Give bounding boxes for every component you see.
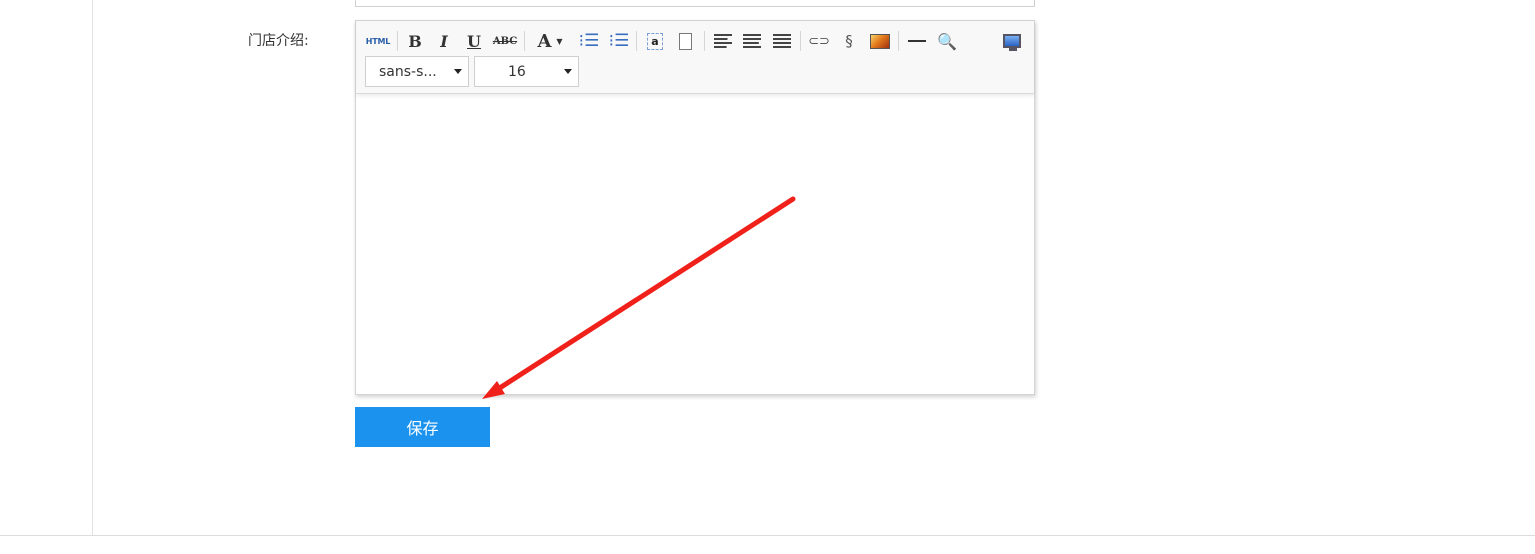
- bold-icon[interactable]: B: [404, 29, 426, 53]
- font-size-value: 16: [508, 63, 526, 80]
- font-color-icon[interactable]: A ▼: [532, 29, 568, 53]
- toolbar-separator: [704, 31, 705, 51]
- align-left-icon[interactable]: [711, 29, 735, 53]
- strikethrough-icon[interactable]: ABC: [492, 29, 518, 53]
- font-size-select[interactable]: 16: [474, 56, 579, 87]
- html-icon[interactable]: HTML: [364, 29, 392, 53]
- font-family-select[interactable]: sans-s...: [365, 56, 469, 87]
- editor-toolbar: HTML B I U ABC A ▼ ⁝☰ ⁝☰ a ⊂⊃ § 🔍 sans-s…: [356, 21, 1034, 94]
- rich-text-editor[interactable]: HTML B I U ABC A ▼ ⁝☰ ⁝☰ a ⊂⊃ § 🔍 sans-s…: [355, 20, 1035, 395]
- link-icon[interactable]: ⊂⊃: [807, 29, 831, 53]
- save-button[interactable]: 保存: [355, 407, 490, 447]
- fullscreen-icon[interactable]: [999, 29, 1025, 53]
- special-char-icon[interactable]: a: [643, 29, 667, 53]
- editor-content-area[interactable]: [356, 95, 1034, 394]
- caret-down-icon: [564, 69, 572, 74]
- align-center-icon[interactable]: [740, 29, 764, 53]
- toolbar-separator: [397, 31, 398, 51]
- page: 门店介绍: HTML B I U ABC A ▼ ⁝☰ ⁝☰ a ⊂⊃ § 🔍 …: [0, 0, 1535, 554]
- unordered-list-icon[interactable]: ⁝☰: [607, 29, 631, 53]
- unlink-icon[interactable]: §: [837, 29, 861, 53]
- chevron-down-icon: ▼: [556, 36, 563, 46]
- font-color-letter: A: [537, 30, 552, 52]
- preview-icon[interactable]: 🔍: [934, 29, 960, 53]
- font-family-value: sans-s...: [379, 63, 437, 80]
- ordered-list-icon[interactable]: ⁝☰: [577, 29, 601, 53]
- left-divider: [92, 0, 93, 536]
- toolbar-separator: [524, 31, 525, 51]
- previous-input-field[interactable]: [355, 0, 1035, 7]
- toolbar-separator: [800, 31, 801, 51]
- underline-icon[interactable]: U: [462, 29, 486, 53]
- horizontal-rule-icon[interactable]: [905, 29, 929, 53]
- toolbar-separator: [898, 31, 899, 51]
- blank-page-icon[interactable]: [673, 29, 697, 53]
- align-right-icon[interactable]: [770, 29, 794, 53]
- italic-icon[interactable]: I: [433, 29, 455, 53]
- bottom-divider: [0, 535, 1535, 536]
- store-intro-label: 门店介绍:: [248, 33, 309, 49]
- toolbar-separator: [636, 31, 637, 51]
- image-icon[interactable]: [867, 29, 893, 53]
- caret-down-icon: [454, 69, 462, 74]
